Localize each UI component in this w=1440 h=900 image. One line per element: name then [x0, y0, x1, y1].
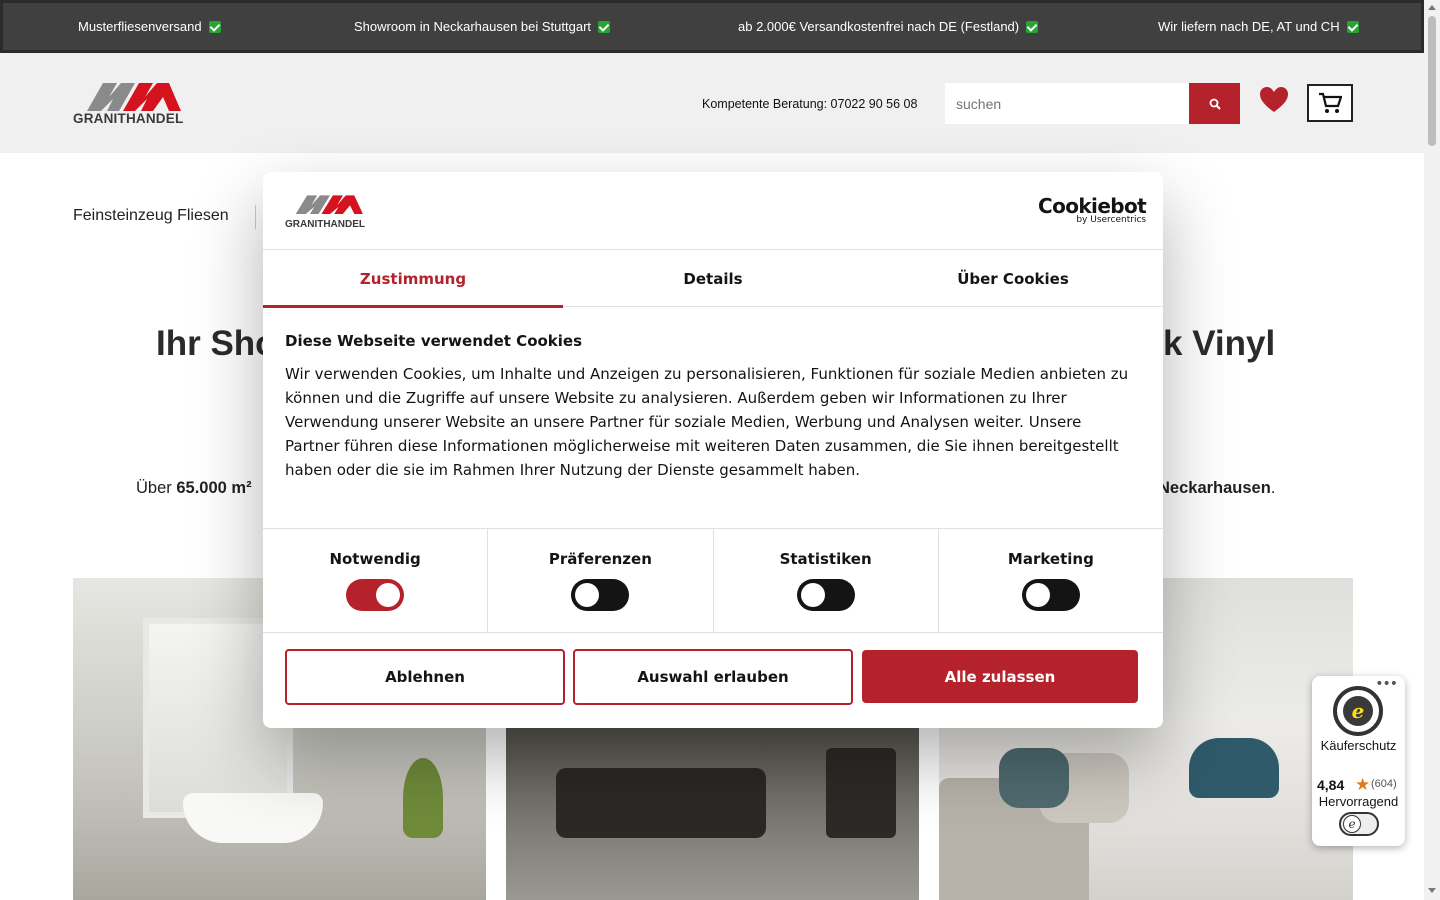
usp-item: ab 2.000€ Versandkostenfrei nach DE (Fes… [738, 3, 1039, 50]
tab-details[interactable]: Details [563, 250, 863, 307]
toggle-marketing[interactable] [1021, 579, 1080, 611]
usp-label: Musterfliesenversand [78, 19, 202, 34]
scroll-thumb[interactable] [1428, 16, 1436, 146]
wishlist-button[interactable] [1259, 86, 1289, 114]
seal-letter: e [1343, 696, 1373, 726]
search-input[interactable] [945, 83, 1189, 124]
allow-selection-button[interactable]: Auswahl erlauben [573, 649, 853, 705]
toggle-knob [575, 583, 600, 607]
dialog-logo: GRANITHANDEL [285, 194, 375, 230]
trusted-shops-badge[interactable]: ••• e Käuferschutz 4,84 ★ (604) Hervorra… [1312, 676, 1405, 846]
allow-all-button[interactable]: Alle zulassen [862, 650, 1138, 703]
phone-consultation[interactable]: Kompetente Beratung: 07022 90 56 08 [702, 97, 917, 111]
scroll-up-icon[interactable] [1428, 5, 1436, 10]
tab-about-cookies[interactable]: Über Cookies [863, 250, 1163, 307]
checkmark-icon [208, 20, 221, 33]
consent-category-necessary: Notwendig [263, 529, 489, 632]
usp-label: ab 2.000€ Versandkostenfrei nach DE (Fes… [738, 19, 1020, 34]
trusted-shops-seal-icon: e [1333, 686, 1383, 736]
toggle-label: Notwendig [329, 550, 421, 568]
hero-subtitle-left: Über 65.000 m² [136, 479, 252, 498]
dialog-logo-text: GRANITHANDEL [285, 219, 365, 230]
toggle-label: Präferenzen [548, 550, 652, 568]
consent-category-preferences: Präferenzen [488, 529, 714, 632]
logo-mark-icon [295, 195, 363, 214]
dialog-header: GRANITHANDEL Cookiebot by Usercentrics [263, 172, 1163, 250]
site-header: GRANITHANDEL Kompetente Beratung: 07022 … [0, 53, 1424, 153]
plant-shape [403, 758, 443, 838]
bathtub-shape [183, 793, 323, 843]
hero-title-left: Ihr Sho [156, 324, 277, 363]
toggle-knob [376, 583, 401, 607]
toggle-knob [1025, 583, 1050, 607]
review-count: (604) [1371, 778, 1397, 790]
hero-subtitle-area: 65.000 m² [176, 479, 252, 497]
search-button[interactable] [1189, 83, 1240, 124]
usp-item: Showroom in Neckarhausen bei Stuttgart [354, 3, 611, 50]
usp-label: Showroom in Neckarhausen bei Stuttgart [354, 19, 592, 34]
dialog-description: Wir verwenden Cookies, um Inhalte und An… [285, 365, 1129, 479]
trusted-shops-toggle[interactable]: e [1339, 812, 1379, 836]
site-logo[interactable]: GRANITHANDEL [73, 81, 197, 126]
checkmark-icon [1026, 20, 1039, 33]
checkmark-icon [598, 20, 611, 33]
consent-categories: Notwendig Präferenzen Statistiken Market… [263, 528, 1163, 633]
usp-label: Wir liefern nach DE, AT und CH [1158, 19, 1340, 34]
more-options-icon[interactable]: ••• [1375, 676, 1398, 692]
hero-subtitle-right: Neckarhausen. [1158, 479, 1275, 498]
dialog-tabs: Zustimmung Details Über Cookies [263, 250, 1163, 308]
hero-subtitle-prefix: Über [136, 479, 177, 497]
hero-title-right: k Vinyl [1163, 324, 1276, 363]
star-icon: ★ [1355, 775, 1371, 795]
hero-subtitle-location: Neckarhausen [1158, 479, 1271, 497]
logo-mark-icon [87, 83, 181, 111]
logo-text: GRANITHANDEL [73, 111, 184, 126]
decline-button[interactable]: Ablehnen [285, 649, 565, 705]
chair-shape [826, 748, 896, 838]
toggle-statistics[interactable] [796, 579, 855, 611]
nav-item-feinsteinzeug[interactable]: Feinsteinzeug Fliesen [73, 207, 229, 225]
hero-subtitle-suffix: . [1270, 479, 1276, 497]
search-icon [1209, 98, 1221, 110]
trusted-shops-e-icon: e [1343, 815, 1361, 833]
usp-item: Musterfliesenversand [78, 3, 221, 50]
page-scrollbar[interactable] [1424, 0, 1440, 900]
scroll-down-icon[interactable] [1428, 888, 1436, 893]
cushion-shape [999, 748, 1069, 808]
dialog-title: Diese Webseite verwendet Cookies [285, 332, 583, 350]
toggle-preferences[interactable] [571, 579, 630, 611]
consent-category-statistics: Statistiken [714, 529, 939, 632]
consent-category-marketing: Marketing [939, 529, 1163, 632]
sofa-shape [556, 768, 766, 838]
cookie-consent-dialog: GRANITHANDEL Cookiebot by Usercentrics Z… [263, 172, 1163, 728]
toggle-necessary[interactable] [346, 579, 405, 611]
chair-shape [1189, 738, 1279, 798]
rating-value: 4,84 [1317, 777, 1345, 793]
toggle-knob [800, 583, 825, 607]
nav-divider [255, 205, 256, 229]
buyer-protection-label: Käuferschutz [1320, 738, 1397, 753]
toggle-label: Marketing [1007, 550, 1094, 568]
heart-icon [1260, 87, 1288, 112]
toggle-label: Statistiken [779, 550, 872, 568]
checkmark-icon [1346, 20, 1359, 33]
usp-bar: Musterfliesenversand Showroom in Neckarh… [0, 0, 1424, 53]
rating-verdict: Hervorragend [1318, 794, 1399, 809]
usp-item: Wir liefern nach DE, AT und CH [1158, 3, 1359, 50]
cart-button[interactable] [1307, 84, 1353, 122]
cookiebot-logo[interactable]: Cookiebot by Usercentrics [1038, 194, 1147, 225]
cart-icon [1319, 92, 1342, 113]
tab-zustimmung[interactable]: Zustimmung [263, 250, 563, 308]
